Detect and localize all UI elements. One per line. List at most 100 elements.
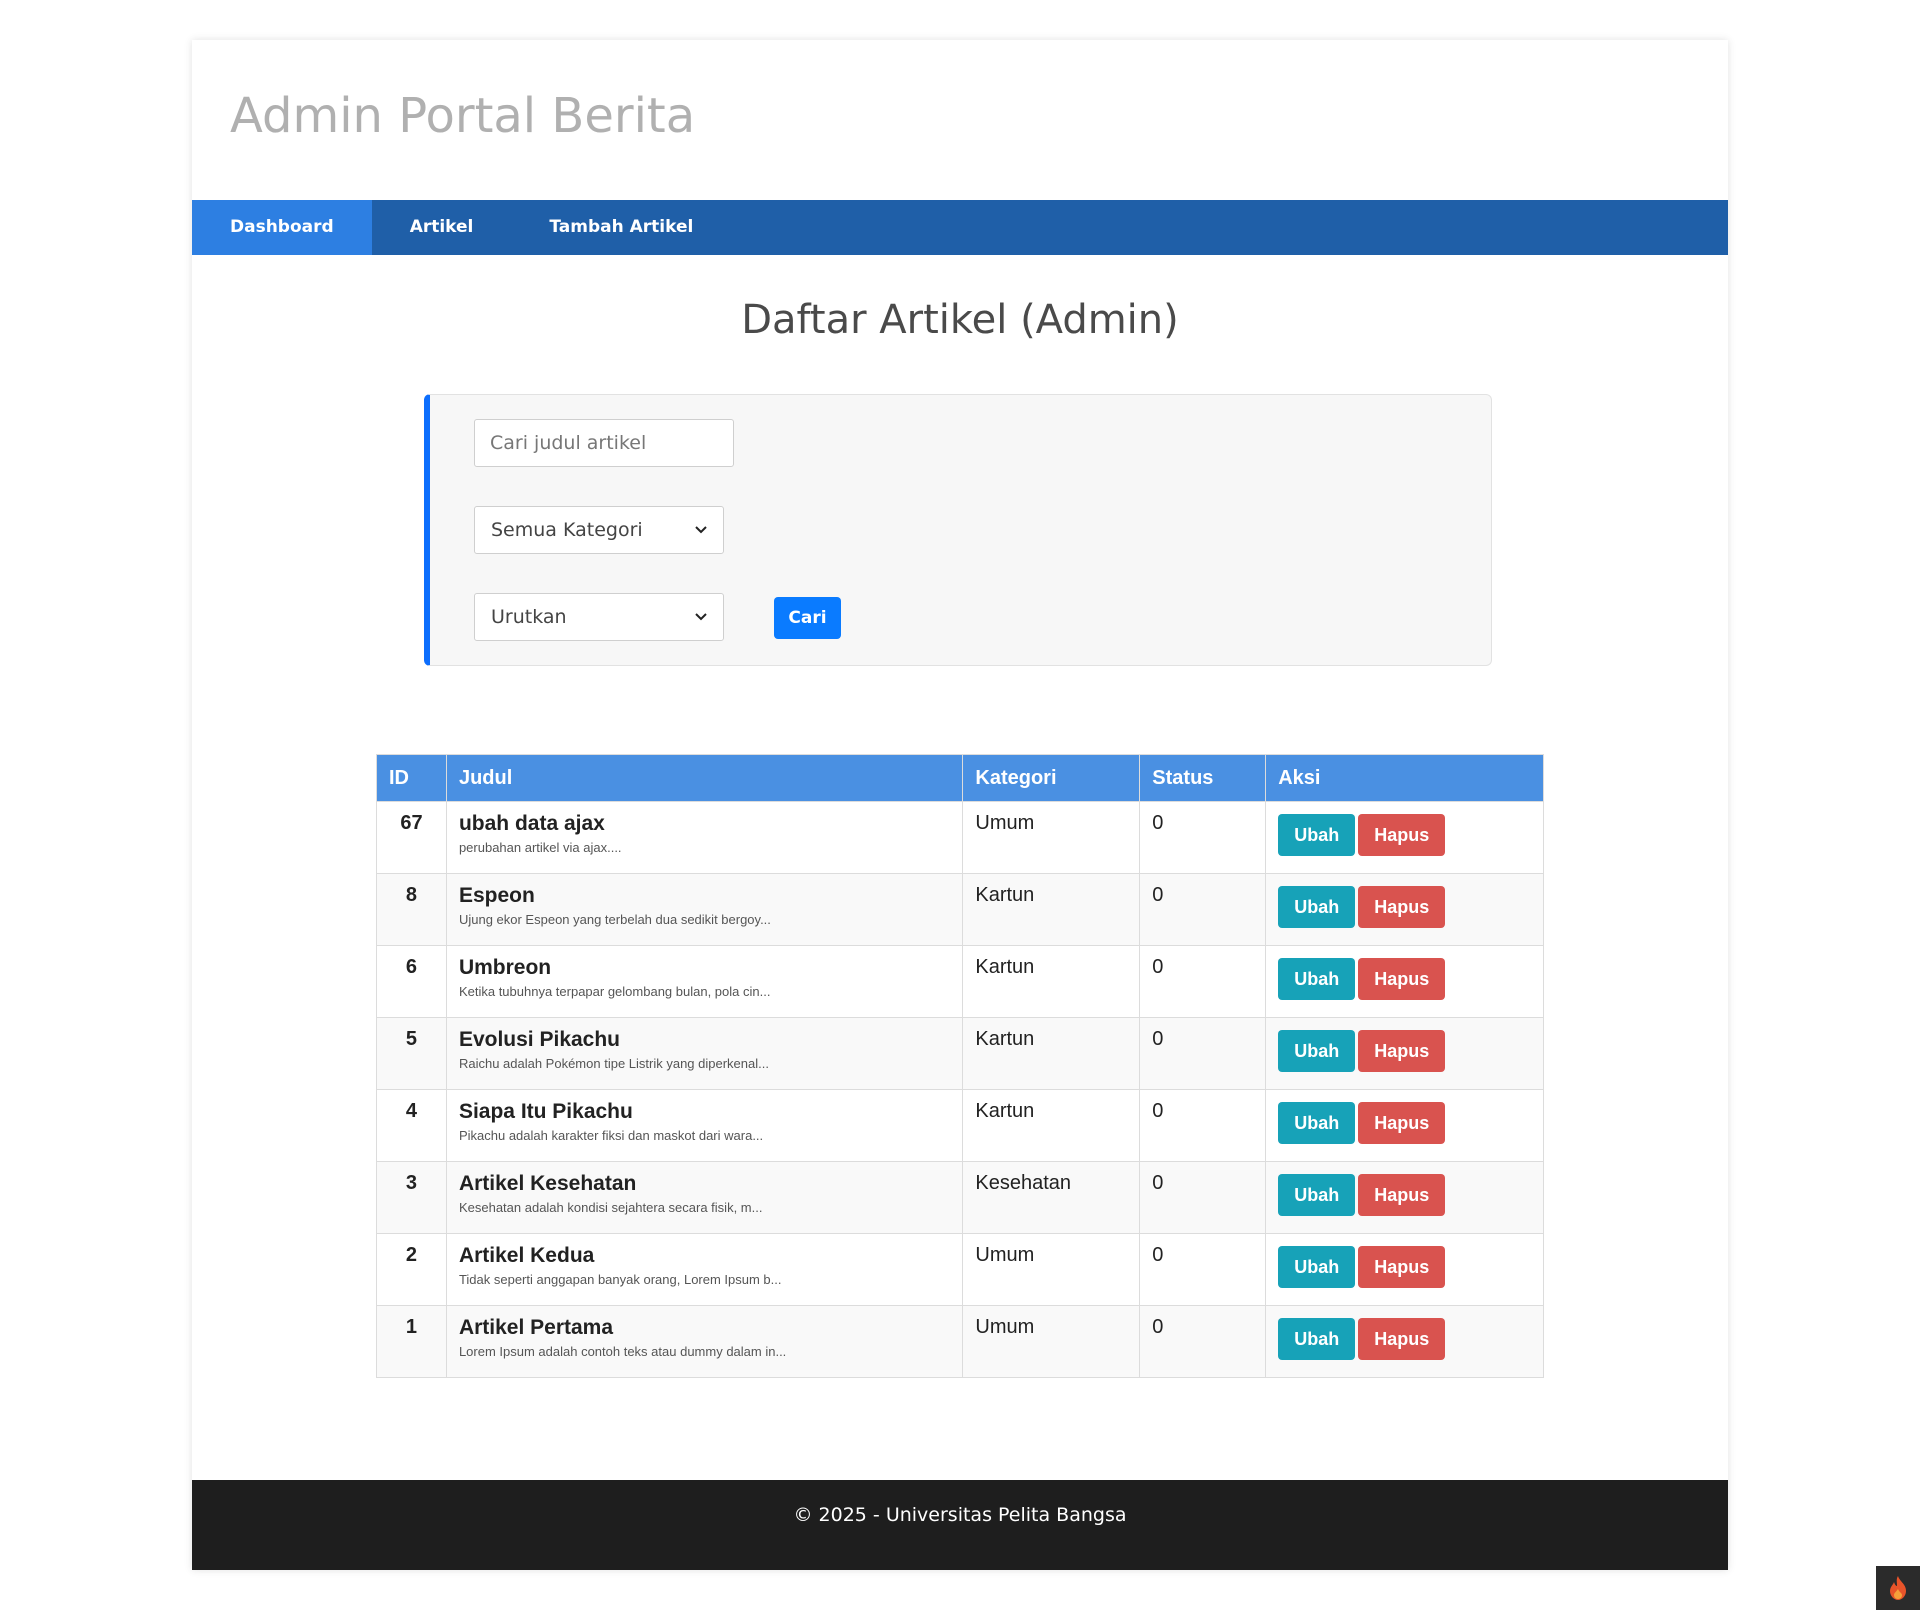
cell-aksi: Ubah Hapus	[1265, 1089, 1544, 1162]
cell-status: 0	[1139, 801, 1267, 874]
flame-icon[interactable]	[1876, 1566, 1920, 1610]
table-row: 4 Siapa Itu Pikachu Pikachu adalah karakte…	[376, 1089, 1544, 1162]
cell-judul: Evolusi Pikachu Raichu adalah Pokémon tip…	[445, 1017, 964, 1090]
cell-aksi: Ubah Hapus	[1265, 945, 1544, 1018]
article-title[interactable]: ubah data ajax	[459, 812, 950, 836]
article-title[interactable]: Umbreon	[459, 956, 950, 980]
article-title[interactable]: Siapa Itu Pikachu	[459, 1100, 950, 1124]
cell-status: 0	[1139, 1017, 1267, 1090]
hapus-button[interactable]: Hapus	[1358, 814, 1446, 856]
ubah-button[interactable]: Ubah	[1278, 1174, 1356, 1216]
header-id: ID	[376, 754, 447, 802]
hapus-button[interactable]: Hapus	[1358, 886, 1446, 928]
cell-kategori: Kartun	[962, 1017, 1141, 1090]
cell-status: 0	[1139, 873, 1267, 946]
ubah-button[interactable]: Ubah	[1278, 1246, 1356, 1288]
cell-judul: Artikel Kedua Tidak seperti anggapan bany…	[445, 1233, 964, 1306]
cell-status: 0	[1139, 1305, 1267, 1378]
cell-kategori: Umum	[962, 801, 1141, 874]
cell-id: 5	[376, 1017, 447, 1090]
site-header: Admin Portal Berita	[192, 40, 1728, 200]
cell-kategori: Kesehatan	[962, 1161, 1141, 1234]
hapus-button[interactable]: Hapus	[1358, 1102, 1446, 1144]
site-footer: © 2025 - Universitas Pelita Bangsa	[192, 1480, 1728, 1570]
article-excerpt: perubahan artikel via ajax....	[458, 840, 622, 855]
ubah-button[interactable]: Ubah	[1278, 1102, 1356, 1144]
cell-judul: Siapa Itu Pikachu Pikachu adalah karakter…	[445, 1089, 964, 1162]
cell-judul: Artikel Pertama Lorem Ipsum adalah contoh…	[445, 1305, 964, 1378]
page-title: Daftar Artikel (Admin)	[741, 297, 1179, 343]
header-judul: Judul	[445, 754, 964, 802]
article-excerpt: Pikachu adalah karakter fiksi dan maskot…	[458, 1128, 764, 1143]
cell-kategori: Kartun	[962, 1089, 1141, 1162]
search-input[interactable]	[474, 419, 734, 467]
nav-item-artikel[interactable]: Artikel	[372, 200, 512, 255]
article-title[interactable]: Espeon	[459, 884, 950, 908]
cell-aksi: Ubah Hapus	[1265, 1161, 1544, 1234]
page-container: Admin Portal Berita Dashboard Artikel Ta…	[192, 40, 1728, 1570]
cell-status: 0	[1139, 1233, 1267, 1306]
cell-aksi: Ubah Hapus	[1265, 1017, 1544, 1090]
article-table: ID Judul Kategori Status Aksi 67 ubah dat…	[376, 754, 1544, 1378]
ubah-button[interactable]: Ubah	[1278, 958, 1356, 1000]
cell-id: 6	[376, 945, 447, 1018]
table-row: 6 Umbreon Ketika tubuhnya terpapar gelomba…	[376, 945, 1544, 1018]
table-row: 5 Evolusi Pikachu Raichu adalah Pokémon ti…	[376, 1017, 1544, 1090]
cari-button[interactable]: Cari	[774, 597, 841, 639]
hapus-button[interactable]: Hapus	[1358, 1174, 1446, 1216]
cell-kategori: Umum	[962, 1305, 1141, 1378]
article-excerpt: Lorem Ipsum adalah contoh teks atau dumm…	[458, 1344, 787, 1359]
nav-item-tambah-artikel[interactable]: Tambah Artikel	[511, 200, 731, 255]
kategori-select-value: Semua Kategori	[491, 519, 643, 541]
nav-item-dashboard[interactable]: Dashboard	[192, 200, 372, 255]
cell-id: 2	[376, 1233, 447, 1306]
table-row: 2 Artikel Kedua Tidak seperti anggapan ban…	[376, 1233, 1544, 1306]
table-header-row: ID Judul Kategori Status Aksi	[376, 754, 1544, 802]
cell-id: 3	[376, 1161, 447, 1234]
cell-judul: ubah data ajax perubahan artikel via ajax…	[445, 801, 964, 874]
cell-aksi: Ubah Hapus	[1265, 1305, 1544, 1378]
header-status: Status	[1139, 754, 1267, 802]
article-excerpt: Kesehatan adalah kondisi sejahtera secar…	[458, 1200, 763, 1215]
ubah-button[interactable]: Ubah	[1278, 814, 1356, 856]
cell-id: 1	[376, 1305, 447, 1378]
table-row: 1 Artikel Pertama Lorem Ipsum adalah conto…	[376, 1305, 1544, 1378]
cell-status: 0	[1139, 1161, 1267, 1234]
hapus-button[interactable]: Hapus	[1358, 1246, 1446, 1288]
cell-kategori: Kartun	[962, 873, 1141, 946]
urutkan-select-value: Urutkan	[491, 606, 567, 628]
article-title[interactable]: Artikel Pertama	[459, 1316, 950, 1340]
filter-panel: Semua Kategori Urutkan Cari	[424, 394, 1492, 666]
cell-id: 8	[376, 873, 447, 946]
cell-kategori: Kartun	[962, 945, 1141, 1018]
kategori-select[interactable]: Semua Kategori	[474, 506, 724, 554]
hapus-button[interactable]: Hapus	[1358, 1318, 1446, 1360]
footer-text: © 2025 - Universitas Pelita Bangsa	[793, 1504, 1127, 1526]
table-row: 3 Artikel Kesehatan Kesehatan adalah kondi…	[376, 1161, 1544, 1234]
cell-status: 0	[1139, 1089, 1267, 1162]
ubah-button[interactable]: Ubah	[1278, 1318, 1356, 1360]
urutkan-select[interactable]: Urutkan	[474, 593, 724, 641]
article-excerpt: Ketika tubuhnya terpapar gelombang bulan…	[458, 984, 771, 999]
chevron-down-icon	[695, 507, 707, 553]
header-aksi: Aksi	[1265, 754, 1544, 802]
cell-id: 67	[376, 801, 447, 874]
hapus-button[interactable]: Hapus	[1358, 958, 1446, 1000]
cell-judul: Espeon Ujung ekor Espeon yang terbelah du…	[445, 873, 964, 946]
hapus-button[interactable]: Hapus	[1358, 1030, 1446, 1072]
article-excerpt: Ujung ekor Espeon yang terbelah dua sedi…	[458, 912, 771, 927]
article-title[interactable]: Artikel Kedua	[459, 1244, 950, 1268]
table-row: 8 Espeon Ujung ekor Espeon yang terbelah d…	[376, 873, 1544, 946]
cell-aksi: Ubah Hapus	[1265, 873, 1544, 946]
cell-aksi: Ubah Hapus	[1265, 801, 1544, 874]
table-row: 67 ubah data ajax perubahan artikel via aj…	[376, 801, 1544, 874]
chevron-down-icon	[695, 594, 707, 640]
article-title[interactable]: Artikel Kesehatan	[459, 1172, 950, 1196]
ubah-button[interactable]: Ubah	[1278, 1030, 1356, 1072]
main-nav: Dashboard Artikel Tambah Artikel	[192, 200, 1728, 255]
article-table-wrap: ID Judul Kategori Status Aksi 67 ubah dat…	[376, 754, 1544, 1378]
article-title[interactable]: Evolusi Pikachu	[459, 1028, 950, 1052]
cell-judul: Artikel Kesehatan Kesehatan adalah kondis…	[445, 1161, 964, 1234]
ubah-button[interactable]: Ubah	[1278, 886, 1356, 928]
header-kategori: Kategori	[962, 754, 1141, 802]
